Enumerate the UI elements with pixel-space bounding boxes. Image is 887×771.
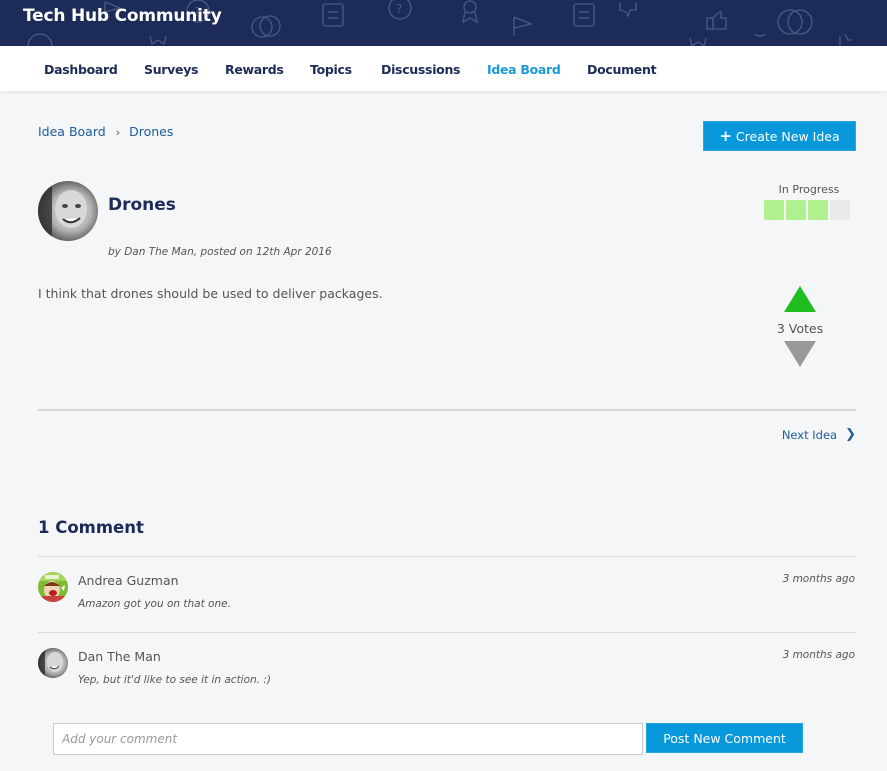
next-idea-link[interactable]: Next Idea ❯ [782,427,856,442]
comment-text: Yep, but it'd like to see it in action. … [78,674,271,686]
nav-item-idea-board[interactable]: Idea Board [487,62,561,77]
comment-author[interactable]: Dan The Man [78,649,161,664]
comments-heading: 1 Comment [38,518,144,537]
avatar[interactable] [38,648,68,678]
status-segment-complete [808,200,828,220]
nav-item-rewards[interactable]: Rewards [225,62,284,77]
avatar[interactable] [38,572,68,602]
create-new-idea-button[interactable]: + Create New Idea [703,121,856,151]
nav-item-dashboard[interactable]: Dashboard [44,62,118,77]
comment-time: 3 months ago [782,573,855,585]
status-segment-incomplete [830,200,850,220]
header-banner: ? ? Tech Hub Community [0,0,887,46]
idea-body: I think that drones should be used to de… [38,286,383,301]
breadcrumb: Idea Board › Drones [38,124,173,139]
award-icon [689,37,707,46]
question-bubble-icon: ? [388,0,412,20]
status-label: In Progress [778,183,840,196]
breadcrumb-idea-board[interactable]: Idea Board [38,124,106,139]
nav-item-surveys[interactable]: Surveys [144,62,198,77]
post-new-comment-button[interactable]: Post New Comment [646,723,803,753]
avatar-photo [38,572,68,602]
avatar-photo [38,181,98,241]
chat-icon [27,33,53,46]
upvote-triangle-icon[interactable] [784,286,816,312]
smile-icon [754,33,766,37]
comment-time: 3 months ago [782,649,855,661]
checklist-icon [322,3,344,27]
divider [38,409,856,411]
site-title[interactable]: Tech Hub Community [23,6,222,26]
divider [38,556,856,557]
next-idea-label: Next Idea [781,427,838,442]
vote-count: 3 Votes [776,321,824,336]
avatar-photo [38,648,68,678]
nav-item-topics[interactable]: Topics [310,62,352,77]
speech-bubble-icon [777,9,813,35]
nav-item-document[interactable]: Document [587,62,657,77]
award-icon [149,35,167,46]
nav-item-discussions[interactable]: Discussions [381,62,461,77]
comment-item: Andrea Guzman 3 months ago Amazon got yo… [38,572,856,632]
flag-icon [513,16,534,36]
status-segment-complete [786,200,806,220]
status-progress-bar [764,200,850,220]
plus-icon: + [719,126,732,145]
comment-item: Dan The Man 3 months ago Yep, but it'd l… [38,648,856,708]
chevron-right-icon: ❯ [845,427,856,442]
divider [38,632,856,633]
svg-text:?: ? [396,2,402,16]
status-segment-complete [764,200,784,220]
downvote-triangle-icon[interactable] [784,341,816,367]
checklist-icon [573,3,595,27]
speech-bubble-icon [251,15,281,38]
thumbs-up-icon [706,11,727,30]
idea-meta: by Dan The Man, posted on 12th Apr 2016 [108,246,332,258]
chevron-right-icon: › [115,126,121,139]
main-nav: Dashboard Surveys Rewards Topics Discuss… [0,46,887,91]
create-new-idea-label: Create New Idea [735,128,840,144]
award-icon [462,0,478,24]
comment-author[interactable]: Andrea Guzman [78,573,179,588]
comment-input[interactable] [53,723,643,755]
idea-title: Drones [108,195,176,215]
breadcrumb-drones[interactable]: Drones [129,124,173,139]
thumbs-down-icon [839,33,852,46]
comment-text: Amazon got you on that one. [78,598,231,610]
author-avatar[interactable] [38,181,98,241]
thumbs-down-icon [619,2,637,18]
